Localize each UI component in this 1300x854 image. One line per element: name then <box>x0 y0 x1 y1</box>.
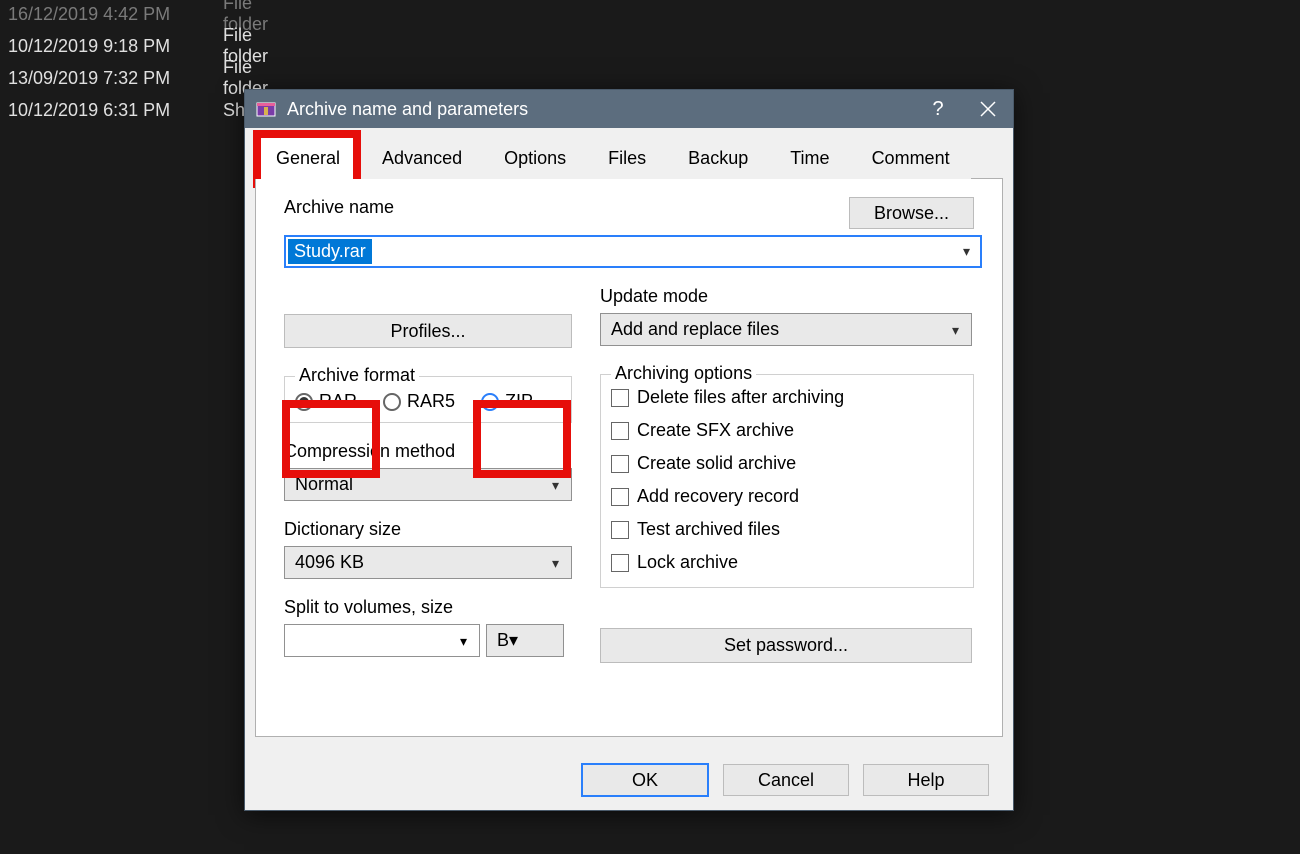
tab-advanced[interactable]: Advanced <box>361 137 483 179</box>
archive-name-value: Study.rar <box>288 239 372 264</box>
archive-format-group: Archive format RAR RAR5 <box>284 376 572 423</box>
desktop: 16/12/2019 4:42 PM File folder 10/12/201… <box>0 0 1300 854</box>
archive-name-input[interactable]: Study.rar ▾ <box>284 235 982 268</box>
dictionary-size-value: 4096 KB <box>295 552 364 573</box>
archiving-options-group: Archiving options Delete files after arc… <box>600 374 974 588</box>
tab-general[interactable]: General <box>255 137 361 179</box>
winrar-icon <box>255 98 277 120</box>
archive-format-legend: Archive format <box>295 365 419 386</box>
check-lock[interactable]: Lock archive <box>611 552 963 573</box>
check-recovery[interactable]: Add recovery record <box>611 486 963 507</box>
bg-date: 16/12/2019 4:42 PM <box>8 4 188 25</box>
bg-date: 13/09/2019 7:32 PM <box>8 68 188 89</box>
checkbox-icon <box>611 554 629 572</box>
browse-button[interactable]: Browse... <box>849 197 974 229</box>
chevron-down-icon: ▾ <box>952 322 959 339</box>
chevron-down-icon: ▾ <box>509 630 518 651</box>
update-mode-label: Update mode <box>600 286 974 307</box>
split-label: Split to volumes, size <box>284 597 572 618</box>
tab-backup[interactable]: Backup <box>667 137 769 179</box>
checkbox-icon <box>611 389 629 407</box>
compression-method-value: Normal <box>295 474 353 495</box>
check-sfx[interactable]: Create SFX archive <box>611 420 963 441</box>
bg-date: 10/12/2019 6:31 PM <box>8 100 188 121</box>
tab-comment[interactable]: Comment <box>851 137 971 179</box>
close-icon[interactable] <box>963 90 1013 128</box>
bg-row: 16/12/2019 4:42 PM File folder <box>8 0 188 30</box>
chevron-down-icon: ▾ <box>552 555 559 572</box>
help-icon[interactable]: ? <box>913 90 963 128</box>
profiles-button[interactable]: Profiles... <box>284 314 572 348</box>
chevron-down-icon: ▾ <box>963 243 970 260</box>
set-password-button[interactable]: Set password... <box>600 628 972 663</box>
archiving-options-legend: Archiving options <box>611 363 756 384</box>
radio-zip-label: ZIP <box>505 391 533 412</box>
bg-row: 10/12/2019 6:31 PM Sh <box>8 94 188 126</box>
checkbox-icon <box>611 521 629 539</box>
tab-panel-general: Archive name Browse... Study.rar ▾ Profi… <box>255 179 1003 737</box>
tab-options[interactable]: Options <box>483 137 587 179</box>
bg-type: Sh <box>223 100 245 121</box>
help-button[interactable]: Help <box>863 764 989 796</box>
chevron-down-icon: ▾ <box>552 477 559 494</box>
bg-row: 13/09/2019 7:32 PM File folder <box>8 62 188 94</box>
bg-date: 10/12/2019 9:18 PM <box>8 36 188 57</box>
bg-row: 10/12/2019 9:18 PM File folder <box>8 30 188 62</box>
checkbox-icon <box>611 488 629 506</box>
chevron-down-icon: ▾ <box>460 633 467 650</box>
dictionary-size-select[interactable]: 4096 KB ▾ <box>284 546 572 579</box>
radio-rar5-label: RAR5 <box>407 391 455 412</box>
dictionary-size-label: Dictionary size <box>284 519 572 540</box>
update-mode-select[interactable]: Add and replace files ▾ <box>600 313 972 346</box>
tabs: General Advanced Options Files Backup Ti… <box>255 136 1003 179</box>
cancel-button[interactable]: Cancel <box>723 764 849 796</box>
radio-zip[interactable]: ZIP <box>481 391 533 412</box>
archive-name-label: Archive name <box>284 197 837 218</box>
split-size-input[interactable]: ▾ <box>284 624 480 657</box>
split-unit-select[interactable]: B ▾ <box>486 624 564 657</box>
dialog-title: Archive name and parameters <box>287 99 913 120</box>
check-test[interactable]: Test archived files <box>611 519 963 540</box>
ok-button[interactable]: OK <box>581 763 709 797</box>
check-solid[interactable]: Create solid archive <box>611 453 963 474</box>
compression-method-select[interactable]: Normal ▾ <box>284 468 572 501</box>
dialog-archive-params: Archive name and parameters ? General Ad… <box>244 89 1014 811</box>
update-mode-value: Add and replace files <box>611 319 779 340</box>
checkbox-icon <box>611 455 629 473</box>
compression-method-label: Compression method <box>284 441 572 462</box>
radio-rar-label: RAR <box>319 391 357 412</box>
titlebar[interactable]: Archive name and parameters ? <box>245 90 1013 128</box>
radio-icon <box>295 393 313 411</box>
tab-time[interactable]: Time <box>769 137 850 179</box>
dialog-footer: OK Cancel Help <box>245 750 1013 810</box>
split-unit-value: B <box>497 630 509 651</box>
tab-files[interactable]: Files <box>587 137 667 179</box>
radio-icon <box>481 393 499 411</box>
check-delete[interactable]: Delete files after archiving <box>611 387 963 408</box>
radio-rar[interactable]: RAR <box>295 391 357 412</box>
radio-icon <box>383 393 401 411</box>
radio-rar5[interactable]: RAR5 <box>383 391 455 412</box>
checkbox-icon <box>611 422 629 440</box>
